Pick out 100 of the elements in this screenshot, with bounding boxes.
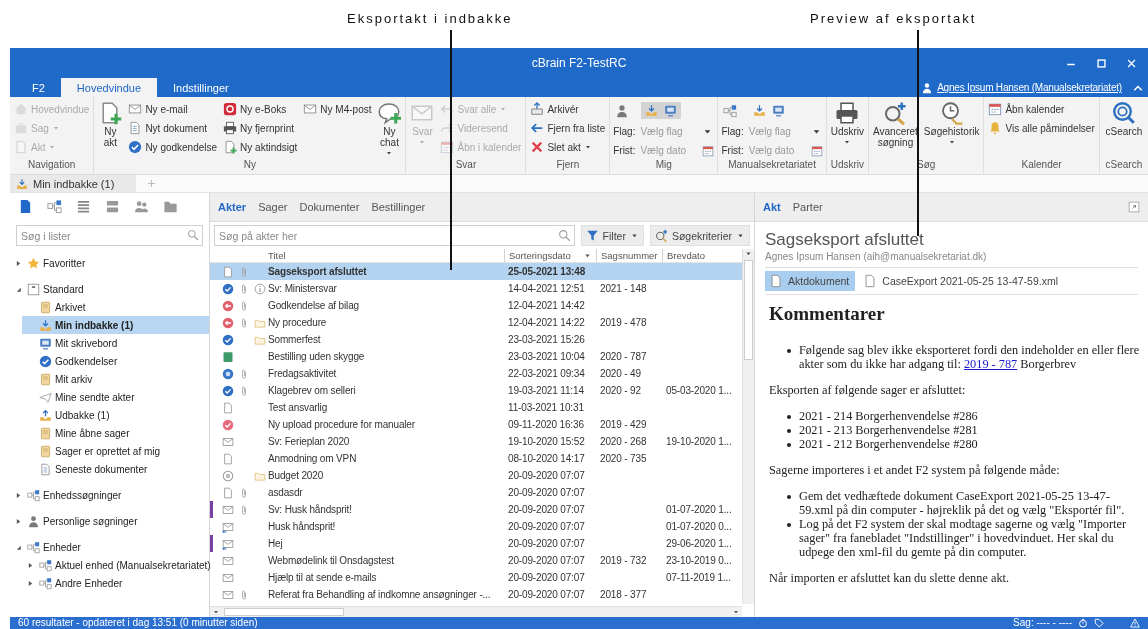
tree-item[interactable]: Sager er oprettet af mig bbox=[22, 442, 209, 460]
table-row[interactable]: Sv: Ferieplan 2020 19-10-2020 15:52 2020 - 268 19-10-2020 1... bbox=[210, 433, 742, 450]
tree-item[interactable]: Udbakke (1) bbox=[22, 406, 209, 424]
table-row[interactable]: Hjælp til at sende e-mails 20-09-2020 07:07 07-11-2019 1... bbox=[210, 569, 742, 586]
ribbon-button[interactable]: Ny akt bbox=[97, 100, 124, 159]
expand-arrow-icon[interactable] bbox=[26, 560, 35, 570]
ribbon-button[interactable]: Avanceret søgning bbox=[872, 100, 919, 159]
tab[interactable]: Sager bbox=[254, 199, 292, 215]
scrollbar-thumb[interactable] bbox=[744, 260, 753, 360]
calendar-icon[interactable] bbox=[810, 144, 823, 157]
ribbon-button[interactable]: Ny godkendelse bbox=[127, 138, 219, 156]
table-row[interactable]: Referat fra Behandling af indkomne ansøgninger -... 20-09-2020 07:07 2018 - 377 bbox=[210, 586, 742, 603]
column-header[interactable]: Titel bbox=[264, 249, 504, 262]
tab[interactable]: Parter bbox=[788, 199, 827, 215]
arrow-circle-icon bbox=[222, 299, 234, 312]
table-row[interactable]: Sommerfest 23-03-2021 15:26 bbox=[210, 331, 742, 348]
ribbon-button[interactable]: Søgehistorik bbox=[922, 100, 981, 159]
ribbon-button[interactable]: Ny fjernprint bbox=[222, 119, 299, 137]
tree-item[interactable]: Favoritter bbox=[10, 254, 209, 272]
criteria-button[interactable]: Søgekriterier bbox=[649, 225, 750, 246]
ribbon-button[interactable]: Udskriv bbox=[829, 100, 865, 159]
toggle-button[interactable] bbox=[641, 102, 682, 120]
table-row[interactable]: Sv: Ministersvar 14-04-2021 12:51 2021 - 148 bbox=[210, 280, 742, 297]
search-field[interactable]: Søg på akter her bbox=[214, 225, 575, 246]
table-row[interactable]: Bestilling uden skygge 23-03-2021 10:04 2020 - 787 bbox=[210, 348, 742, 365]
toolbar-button[interactable] bbox=[163, 199, 178, 214]
tree-item[interactable]: Min indbakke (1) bbox=[22, 316, 209, 334]
table-cell-text: 20-09-2020 07:07 bbox=[507, 589, 586, 600]
tree-item[interactable]: Mine åbne sager bbox=[22, 424, 209, 442]
tab[interactable]: Akter bbox=[214, 199, 251, 215]
tree-item[interactable]: Enhedssøgninger bbox=[10, 486, 209, 504]
toolbar-button[interactable] bbox=[47, 199, 62, 214]
scrollbar-thumb[interactable] bbox=[224, 608, 344, 616]
tree-item[interactable]: Andre Enheder bbox=[22, 574, 209, 592]
table-row[interactable]: Klagebrev om selleri 19-03-2021 11:14 2020 - 92 05-03-2020 1... bbox=[210, 382, 742, 399]
table-cell-text: 20-09-2020 07:07 bbox=[507, 504, 586, 515]
tree-item[interactable]: Mine sendte akter bbox=[22, 388, 209, 406]
ribbon-button[interactable]: Slet akt bbox=[529, 138, 607, 156]
table-row[interactable]: asdasdr 20-09-2020 07:07 bbox=[210, 484, 742, 501]
table-row[interactable]: Husk håndsprit! 20-09-2020 07:07 01-07-2020 0... bbox=[210, 518, 742, 535]
tab[interactable]: Bestillinger bbox=[367, 199, 430, 215]
ribbon-button[interactable]: Vis alle påmindelser bbox=[987, 119, 1096, 137]
tree-item[interactable]: Aktuel enhed (Manualsekretariatet) bbox=[22, 556, 209, 574]
table-row[interactable]: Sagseksport afsluttet 25-05-2021 13:48 bbox=[210, 263, 742, 280]
table-row[interactable]: Fredagsaktivitet 22-03-2021 09:34 2020 - 49 bbox=[210, 365, 742, 382]
table-row[interactable]: Godkendelse af bilag 12-04-2021 14:42 bbox=[210, 297, 742, 314]
dot-circle-icon bbox=[222, 367, 234, 380]
document-tab[interactable]: Min indbakke (1) bbox=[10, 175, 137, 192]
table-row[interactable]: Budget 2020 20-09-2020 07:07 bbox=[210, 467, 742, 484]
expand-arrow-icon[interactable] bbox=[26, 578, 35, 588]
user-link[interactable]: Agnes Ipsum Hansen (Manualsekretariatet) bbox=[937, 82, 1122, 93]
table-row[interactable]: Webmødelink til Onsdagstest 20-09-2020 07:07 2019 - 732 23-10-2019 0... bbox=[210, 552, 742, 569]
popout-icon[interactable] bbox=[1128, 201, 1140, 213]
tree-item[interactable]: Seneste dokumenter bbox=[22, 460, 209, 478]
scrollbar[interactable] bbox=[742, 249, 754, 604]
expand-arrow-icon[interactable] bbox=[14, 258, 23, 268]
ribbon-button[interactable]: Ny chat bbox=[376, 100, 403, 159]
ribbon-tab[interactable]: Hovedvindue bbox=[60, 78, 158, 97]
table-row[interactable]: Ny upload procedure for manualer 09-11-2020 16:36 2019 - 429 bbox=[210, 416, 742, 433]
table-row[interactable]: Test ansvarlig 11-03-2021 10:31 bbox=[210, 399, 742, 416]
ribbon-tab[interactable]: Indstillinger bbox=[157, 78, 245, 97]
column-header[interactable]: Sagsnummer bbox=[596, 249, 662, 262]
ribbon-button[interactable]: Fjern fra liste bbox=[529, 119, 607, 137]
toolbar-button[interactable] bbox=[134, 199, 149, 214]
tab[interactable]: Dokumenter bbox=[295, 199, 364, 215]
search-field[interactable]: Søg i lister bbox=[16, 225, 203, 246]
ribbon-button[interactable]: cSearch bbox=[1104, 100, 1144, 159]
ribbon-button[interactable]: Arkivér bbox=[529, 100, 607, 118]
list-item-text: 2021 - 213 Borgerhenvendelse #281 bbox=[799, 423, 978, 437]
tree-item[interactable]: Standard bbox=[10, 280, 209, 298]
attachment-tab[interactable]: Aktdokument bbox=[765, 271, 856, 291]
tree-item[interactable]: Mit skrivebord bbox=[22, 334, 209, 352]
scrollbar[interactable] bbox=[210, 606, 742, 617]
filter-button[interactable]: Filter bbox=[580, 225, 644, 246]
tree-item[interactable]: Personlige søgninger bbox=[10, 512, 209, 530]
expand-arrow-icon[interactable] bbox=[14, 516, 23, 526]
table-row[interactable]: Hej 20-09-2020 07:07 29-06-2020 1... bbox=[210, 535, 742, 552]
ribbon-button[interactable]: Ny e-mail bbox=[127, 100, 219, 118]
table-row[interactable]: Ny procedure 12-04-2021 14:22 2019 - 478 bbox=[210, 314, 742, 331]
tab[interactable]: Akt bbox=[759, 199, 785, 215]
tree-item[interactable]: Mit arkiv bbox=[22, 370, 209, 388]
toolbar-button[interactable] bbox=[105, 199, 120, 214]
toolbar-button[interactable] bbox=[76, 199, 91, 214]
calendar-icon[interactable] bbox=[702, 144, 715, 157]
ribbon-button[interactable]: Ny e-Boks bbox=[222, 100, 299, 118]
expand-arrow-icon[interactable] bbox=[14, 490, 23, 500]
table-row[interactable]: Sv: Husk håndsprit! 20-09-2020 07:07 01-07-2020 1... bbox=[210, 501, 742, 518]
column-header[interactable]: Sorteringsdato bbox=[504, 249, 596, 262]
ribbon-button[interactable]: Ny M4-post bbox=[302, 100, 373, 118]
tree-item[interactable]: Arkivet bbox=[22, 298, 209, 316]
ribbon-tab[interactable]: F2 bbox=[16, 78, 61, 97]
toolbar-button[interactable] bbox=[18, 199, 33, 214]
tree-item[interactable]: Godkendelser bbox=[22, 352, 209, 370]
tree-item[interactable]: Enheder bbox=[10, 538, 209, 556]
attachment-tab[interactable]: CaseExport 2021-05-25 13-47-59.xml bbox=[859, 271, 1064, 291]
table-row[interactable]: Anmodning om VPN 08-10-2020 14:17 2020 - 735 bbox=[210, 450, 742, 467]
ribbon-button[interactable]: Åbn kalender bbox=[987, 100, 1096, 118]
ribbon-button[interactable]: Ny aktindsigt bbox=[222, 138, 299, 156]
ribbon-button[interactable]: Nyt dokument bbox=[127, 119, 219, 137]
case-link[interactable]: 2019 - 787 bbox=[963, 357, 1018, 371]
